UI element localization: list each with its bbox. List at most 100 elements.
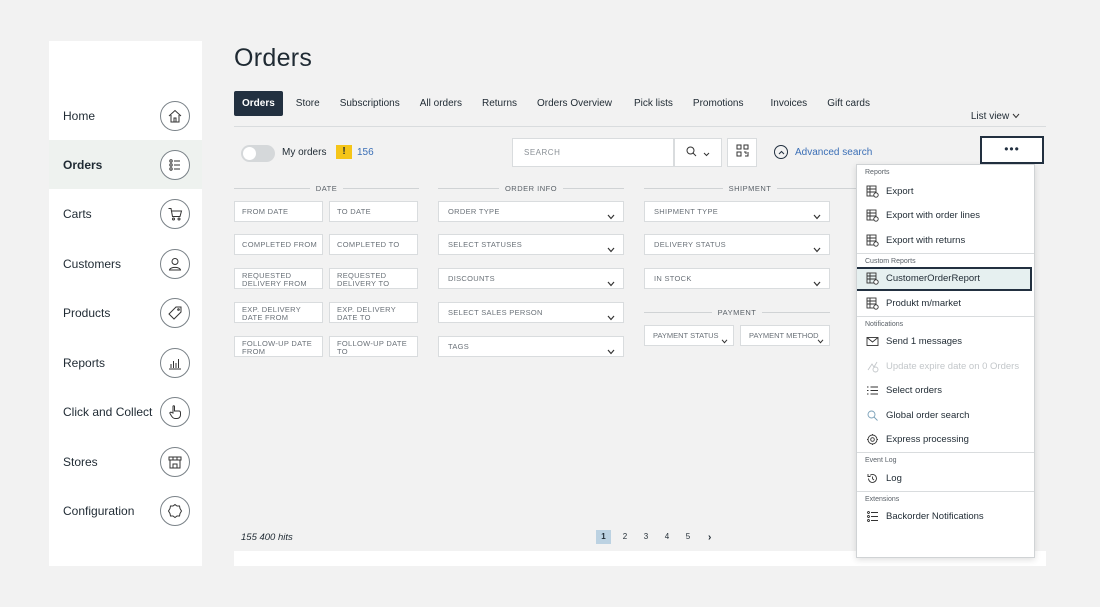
sales-person-select[interactable]: SELECT SALES PERSON <box>438 302 624 323</box>
sidebar-item-reports[interactable]: Reports <box>49 338 202 387</box>
shipment-type-select[interactable]: SHIPMENT TYPE <box>644 201 830 222</box>
order-type-label: ORDER TYPE <box>448 207 500 216</box>
sidebar-item-click-and-collect[interactable]: Click and Collect <box>49 387 202 436</box>
advanced-search-link[interactable]: Advanced search <box>774 145 872 159</box>
menu-item-label: Backorder Notifications <box>886 511 984 523</box>
in-stock-select[interactable]: IN STOCK <box>644 268 830 289</box>
history-icon <box>866 472 879 485</box>
order-type-select[interactable]: ORDER TYPE <box>438 201 624 222</box>
menu-item-express-processing[interactable]: Express processing <box>857 428 1034 453</box>
tab-orders[interactable]: Orders <box>234 91 283 116</box>
menu-item-backorder-notifications[interactable]: Backorder Notifications <box>857 505 1034 530</box>
menu-item-produkt-market[interactable]: Produkt m/market <box>857 291 1034 316</box>
list-view-dropdown[interactable]: List view <box>971 111 1020 122</box>
tab-pick-lists[interactable]: Pick lists <box>634 91 673 116</box>
requested-delivery-to-field[interactable]: REQUESTED DELIVERY TO <box>329 268 418 289</box>
payment-method-select[interactable]: PAYMENT METHOD <box>740 325 830 346</box>
sidebar-item-label: Carts <box>63 206 92 221</box>
warning-badge: ! <box>336 145 352 159</box>
tab-all-orders[interactable]: All orders <box>420 91 462 116</box>
list-icon <box>866 510 879 523</box>
exp-delivery-from-field[interactable]: EXP. DELIVERY DATE FROM <box>234 302 323 323</box>
tab-bar: Orders Store Subscriptions All orders Re… <box>234 91 890 116</box>
menu-item-select-orders[interactable]: Select orders <box>857 379 1034 404</box>
sidebar-item-label: Customers <box>63 256 122 271</box>
order-info-group-label: ORDER INFO <box>504 183 558 193</box>
menu-section-extensions: Extensions <box>857 490 1034 505</box>
sidebar-item-carts[interactable]: Carts <box>49 189 202 238</box>
page-link[interactable]: 3 <box>639 530 653 544</box>
menu-item-export[interactable]: Export <box>857 179 1034 204</box>
sidebar-item-stores[interactable]: Stores <box>49 437 202 486</box>
exp-delivery-to-field[interactable]: EXP. DELIVERY DATE TO <box>329 302 418 323</box>
tab-returns[interactable]: Returns <box>482 91 517 116</box>
sidebar-item-home[interactable]: Home <box>49 91 202 140</box>
tab-gift-cards[interactable]: Gift cards <box>827 91 870 116</box>
follow-up-to-field[interactable]: FOLLOW-UP DATE TO <box>329 336 418 357</box>
store-icon <box>160 446 190 477</box>
chevron-down-icon <box>703 144 710 162</box>
chevron-down-icon <box>813 275 821 294</box>
completed-from-field[interactable]: COMPLETED FROM <box>234 234 323 255</box>
page-link[interactable]: 1 <box>596 530 611 544</box>
sidebar-item-label: Configuration <box>63 503 135 518</box>
tags-label: TAGS <box>448 342 470 351</box>
tab-subscriptions[interactable]: Subscriptions <box>340 91 400 116</box>
payment-group-header: PAYMENT <box>644 306 830 318</box>
follow-up-from-field[interactable]: FOLLOW-UP DATE FROM <box>234 336 323 357</box>
report-export-icon <box>866 297 879 310</box>
more-actions-button[interactable]: ••• <box>980 136 1044 164</box>
to-date-field[interactable]: TO DATE <box>329 201 418 222</box>
statuses-select[interactable]: SELECT STATUSES <box>438 234 624 255</box>
menu-item-customer-order-report[interactable]: CustomerOrderReport <box>857 266 1032 291</box>
sidebar-item-label: Reports <box>63 355 106 370</box>
my-orders-toggle[interactable] <box>241 145 275 162</box>
tab-orders-overview[interactable]: Orders Overview <box>537 91 612 116</box>
requested-delivery-from-field[interactable]: REQUESTED DELIVERY FROM <box>234 268 323 289</box>
menu-item-export-returns[interactable]: Export with returns <box>857 228 1034 253</box>
menu-item-label: Produkt m/market <box>886 297 961 309</box>
discounts-select[interactable]: DISCOUNTS <box>438 268 624 289</box>
menu-item-export-order-lines[interactable]: Export with order lines <box>857 204 1034 229</box>
payment-status-select[interactable]: PAYMENT STATUS <box>644 325 734 346</box>
shipment-group-label: SHIPMENT <box>728 183 772 193</box>
menu-item-log[interactable]: Log <box>857 466 1034 491</box>
chevron-down-icon <box>1012 111 1020 122</box>
list-icon <box>160 149 190 180</box>
my-orders-label: My orders <box>282 147 327 158</box>
chevron-down-icon <box>607 208 615 227</box>
search-input[interactable]: SEARCH <box>512 138 674 167</box>
search-button[interactable] <box>674 138 722 167</box>
more-actions-menu: Reports Export Export with order lines E… <box>856 164 1035 558</box>
discounts-label: DISCOUNTS <box>448 274 495 283</box>
qr-scan-button[interactable] <box>727 138 757 167</box>
payment-method-label: PAYMENT METHOD <box>749 331 819 340</box>
shipment-group-header: SHIPMENT <box>644 182 857 194</box>
user-icon <box>160 248 190 279</box>
page-link[interactable]: 4 <box>660 530 674 544</box>
from-date-field[interactable]: FROM DATE <box>234 201 323 222</box>
page-link[interactable]: 5 <box>681 530 695 544</box>
completed-to-field[interactable]: COMPLETED TO <box>329 234 418 255</box>
delivery-status-select[interactable]: DELIVERY STATUS <box>644 234 830 255</box>
sidebar-item-customers[interactable]: Customers <box>49 239 202 288</box>
menu-item-label: Export with returns <box>886 234 966 246</box>
sidebar-item-orders[interactable]: Orders <box>49 140 202 189</box>
sidebar-item-products[interactable]: Products <box>49 288 202 337</box>
next-page-button[interactable]: › <box>708 532 711 543</box>
hits-count: 155 400 hits <box>241 532 293 543</box>
sidebar-item-configuration[interactable]: Configuration <box>49 486 202 535</box>
tab-invoices[interactable]: Invoices <box>771 91 808 116</box>
in-stock-label: IN STOCK <box>654 274 692 283</box>
page-link[interactable]: 2 <box>618 530 632 544</box>
tab-promotions[interactable]: Promotions <box>693 91 744 116</box>
report-export-icon <box>866 234 879 247</box>
my-orders-count[interactable]: 156 <box>357 147 374 158</box>
tags-select[interactable]: TAGS <box>438 336 624 357</box>
menu-item-label: Express processing <box>886 434 969 446</box>
sidebar: Home Orders Carts Customers Products Rep… <box>49 41 202 566</box>
menu-item-global-order-search[interactable]: Global order search <box>857 403 1034 428</box>
tab-store[interactable]: Store <box>296 91 320 116</box>
menu-item-send-messages[interactable]: Send 1 messages <box>857 330 1034 355</box>
menu-section-event-log: Event Log <box>857 452 1034 466</box>
